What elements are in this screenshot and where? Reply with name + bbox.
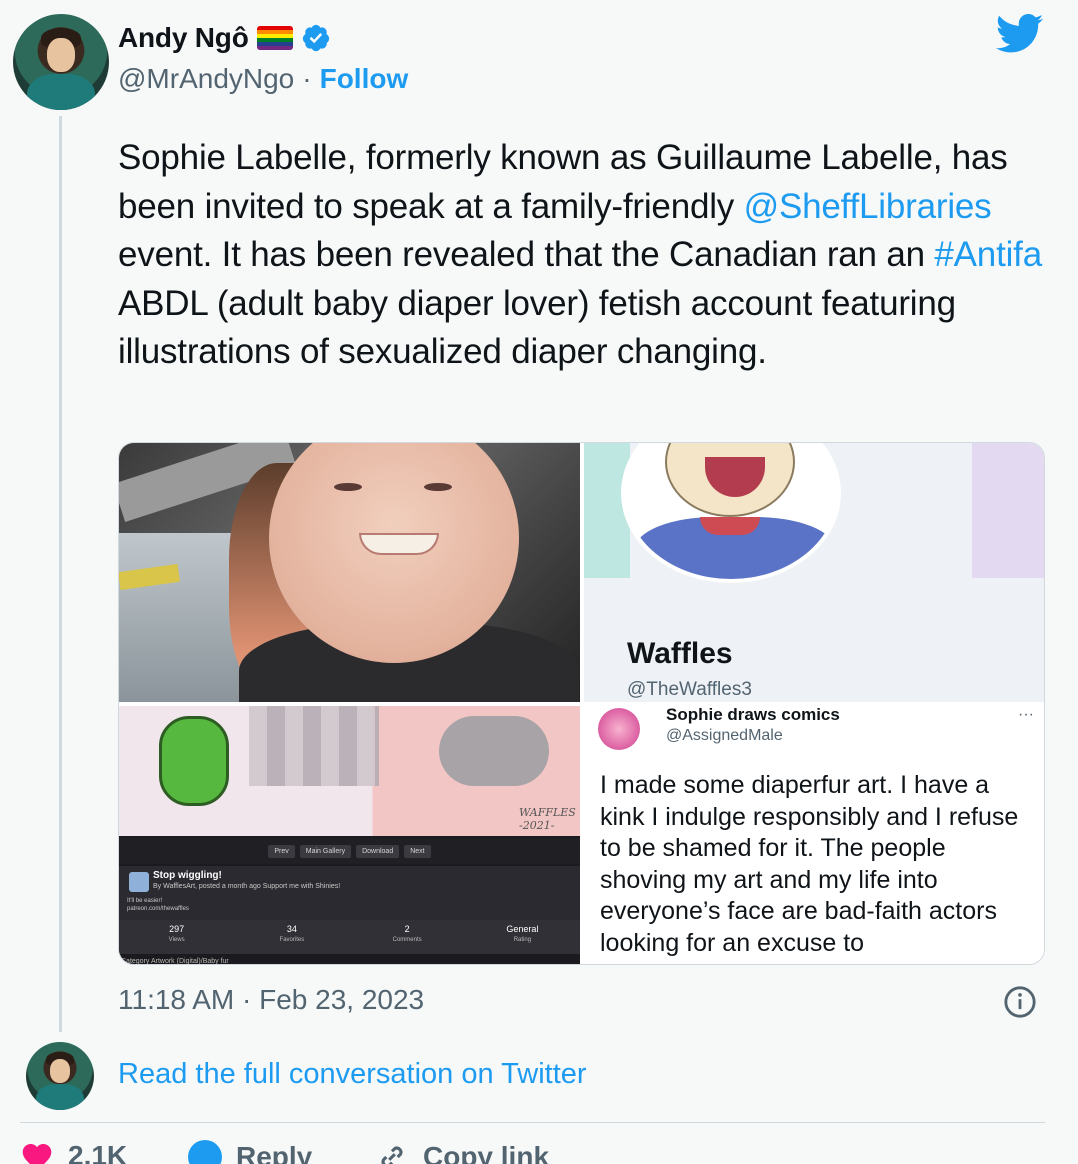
media-gallery-screenshot[interactable]: WAFFLES -2021- Prev Main Gallery Downloa… [119, 706, 580, 965]
like-button[interactable]: 2.1K [20, 1140, 127, 1164]
gallery-nav-download: Download [356, 844, 400, 858]
gallery-nav-next: Next [404, 844, 431, 858]
twitter-bird-icon[interactable] [996, 14, 1044, 54]
gallery-stat: 34 Favorites [279, 924, 305, 943]
mention-link[interactable]: @SheffLibraries [744, 187, 992, 226]
author-name-row[interactable]: Andy Ngô [118, 22, 331, 54]
screenshot-text: I made some diaperfur art. I have a kink… [600, 771, 1019, 957]
author-name[interactable]: Andy Ngô [118, 22, 249, 54]
thread-line [59, 116, 62, 1032]
gallery-stat: 2 Comments [392, 924, 422, 943]
verified-badge-icon [302, 24, 329, 52]
divider [20, 1122, 1045, 1123]
gallery-stat: General Rating [506, 924, 539, 943]
more-icon: ··· [1018, 706, 1034, 723]
tweet-timestamp[interactable]: 11:18 AM · Feb 23, 2023 [118, 984, 424, 1016]
reply-button[interactable]: Reply [188, 1140, 312, 1164]
gallery-stats: 297 Views 34 Favorites 2 Comments General Ra… [119, 920, 580, 954]
tweet-text-segment: ABDL (adult baby diaper lover) fetish ac… [118, 283, 956, 372]
copy-link-label: Copy link [423, 1141, 550, 1164]
link-icon [381, 1146, 403, 1164]
gallery-nav-prev: Prev [268, 844, 295, 858]
copy-link-button[interactable]: Copy link [375, 1140, 549, 1164]
profile-handle: @TheWaffles3 [627, 679, 752, 700]
screenshot-handle: @AssignedMale [666, 727, 783, 744]
media-photo-selfie[interactable] [119, 443, 580, 702]
artist-signature: WAFFLES -2021- [519, 806, 576, 832]
info-icon[interactable] [1003, 985, 1037, 1019]
profile-avatar [621, 443, 841, 583]
separator-dot: · [302, 63, 312, 94]
tweet-text-segment: event. It has been revealed that the Can… [118, 235, 935, 274]
gallery-thumb [129, 872, 149, 892]
conversation-avatar[interactable] [26, 1042, 94, 1110]
censored-area [249, 706, 379, 786]
screenshot-name: Sophie draws comics [666, 706, 840, 724]
rainbow-flag-icon [256, 26, 293, 50]
gallery-navbar: Prev Main Gallery Download Next [119, 838, 580, 864]
tweet-embed-card: Andy Ngô @MrAndyNgo · Follow Sophie Labe… [0, 0, 1078, 1164]
author-handle[interactable]: @MrAndyNgo [118, 63, 294, 95]
gallery-nav-main: Main Gallery [299, 844, 352, 858]
author-handle-row: @MrAndyNgo · Follow [118, 63, 408, 95]
reply-icon [188, 1140, 222, 1164]
media-tweet-screenshot[interactable]: Sophie draws comics @AssignedMale ··· I … [584, 706, 1044, 964]
action-bar: 2.1K Reply Copy link [20, 1140, 1060, 1164]
gallery-description-link: patreon.com/thewaffles [127, 906, 189, 912]
gallery-title: Stop wiggling! [153, 870, 222, 881]
reply-label: Reply [236, 1141, 313, 1164]
follow-button[interactable]: Follow [320, 63, 409, 95]
gallery-byline: By WafflesArt, posted a month ago Suppor… [153, 883, 341, 890]
gallery-description: It'll be easier! [127, 898, 163, 904]
hashtag-link[interactable]: #Antifa [934, 235, 1042, 274]
gallery-category: Category Artwork (Digital)/Baby fur [121, 958, 229, 965]
media-grid: Waffles @TheWaffles3 WAFFLES -2021- Prev… [118, 442, 1045, 965]
like-count: 2.1K [68, 1140, 128, 1164]
profile-name: Waffles [627, 637, 733, 670]
read-conversation-link[interactable]: Read the full conversation on Twitter [118, 1058, 587, 1091]
heart-icon [22, 1144, 52, 1164]
gallery-stat: 297 Views [168, 924, 185, 943]
author-avatar[interactable] [13, 14, 109, 110]
tweet-text: Sophie Labelle, formerly known as Guilla… [118, 134, 1048, 377]
media-profile-screenshot[interactable]: Waffles @TheWaffles3 [584, 443, 1044, 702]
screenshot-avatar [598, 708, 640, 750]
